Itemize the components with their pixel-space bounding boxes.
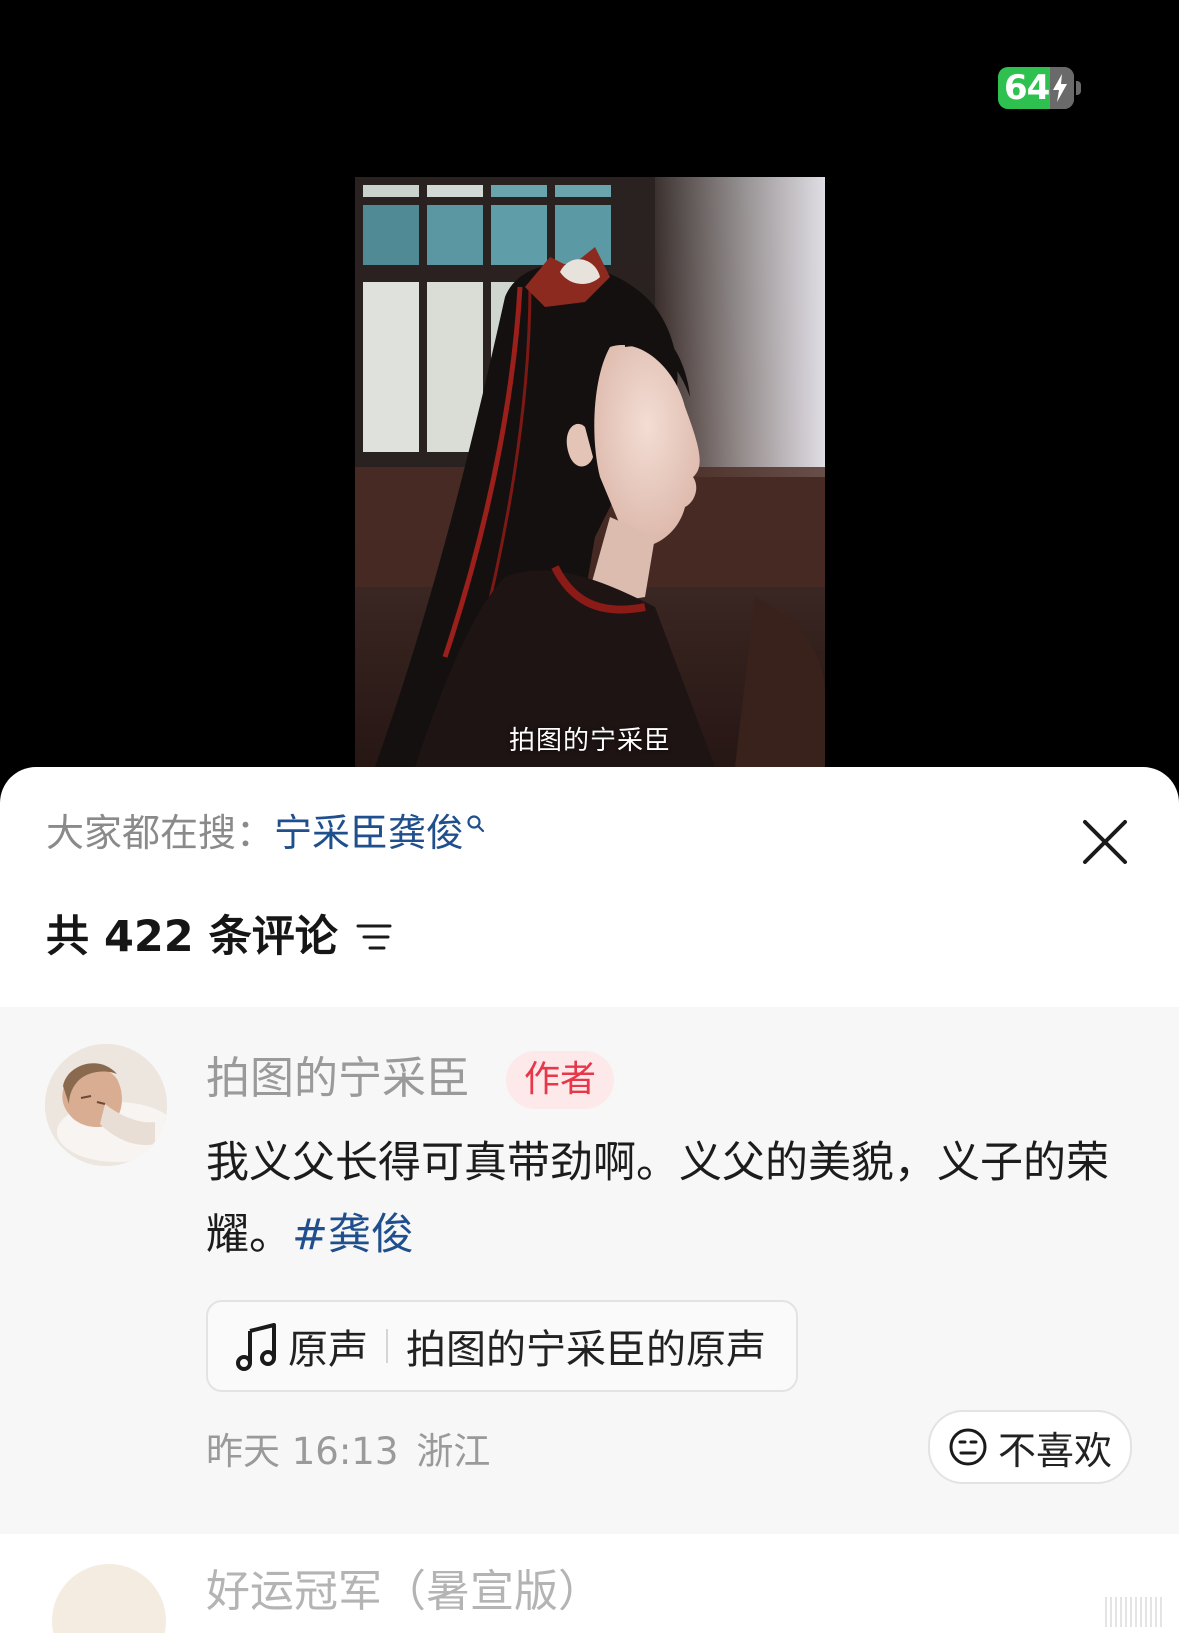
battery-level: 64	[1004, 68, 1050, 108]
sound-title: 拍图的宁采臣的原声	[406, 1327, 766, 1373]
comment-text: 我义父长得可真带劲啊。义父的美貌，义子的荣耀。#龚俊	[206, 1127, 1136, 1271]
comment-author-name[interactable]: 拍图的宁采臣	[206, 1051, 470, 1107]
trending-search-term[interactable]: 宁采臣龚俊	[274, 807, 464, 859]
music-note-icon	[236, 1323, 276, 1371]
close-icon[interactable]	[1080, 817, 1130, 867]
video-player[interactable]: 拍图的宁采臣	[355, 177, 825, 767]
comment-meta: 昨天 16:13 浙江	[206, 1427, 490, 1477]
bolt-icon	[1053, 74, 1068, 102]
video-scene-image	[355, 177, 825, 767]
comment-item: 拍图的宁采臣 作者 我义父长得可真带劲啊。义父的美貌，义子的荣耀。#龚俊 原声 …	[0, 1007, 1179, 1534]
avatar[interactable]	[52, 1564, 166, 1633]
comment-count-header: 共 422 条评论	[46, 909, 394, 965]
comment-hashtag[interactable]: #龚俊	[292, 1210, 414, 1260]
dislike-label: 不喜欢	[998, 1428, 1113, 1473]
battery-indicator: 64	[998, 67, 1074, 109]
battery-nub	[1076, 81, 1081, 95]
trending-search-label: 大家都在搜：	[46, 811, 275, 855]
avatar[interactable]	[45, 1044, 167, 1166]
comment-author-name[interactable]: 好运冠军（暑宣版）	[206, 1564, 602, 1620]
trending-search[interactable]: 大家都在搜： 宁采臣龚俊	[46, 807, 486, 859]
sound-label: 原声	[288, 1327, 368, 1373]
screen: 64 拍图的宁采臣 大家都在搜： 宁采臣龚俊 共 422 条评论 拍图的宁采臣 …	[0, 0, 1179, 1633]
sort-icon[interactable]	[354, 917, 394, 957]
search-icon	[467, 815, 485, 833]
author-badge: 作者	[506, 1051, 615, 1109]
scroll-indicator	[1105, 1597, 1165, 1627]
comment-location: 浙江	[416, 1430, 491, 1473]
original-sound-chip[interactable]: 原声 拍图的宁采臣的原声	[206, 1300, 798, 1392]
dislike-button[interactable]: 不喜欢	[928, 1410, 1133, 1484]
meh-face-icon	[949, 1428, 987, 1466]
comment-sheet: 大家都在搜： 宁采臣龚俊 共 422 条评论 拍图的宁采臣 作者 我义父长得可真…	[0, 767, 1179, 1633]
video-caption: 拍图的宁采臣	[508, 726, 671, 756]
comment-count-text: 共 422 条评论	[46, 912, 338, 962]
chip-divider	[386, 1329, 388, 1363]
avatar-image	[45, 1044, 167, 1166]
comment-time: 昨天 16:13	[206, 1430, 399, 1473]
comment-item: 好运冠军（暑宣版）	[0, 1534, 1179, 1633]
